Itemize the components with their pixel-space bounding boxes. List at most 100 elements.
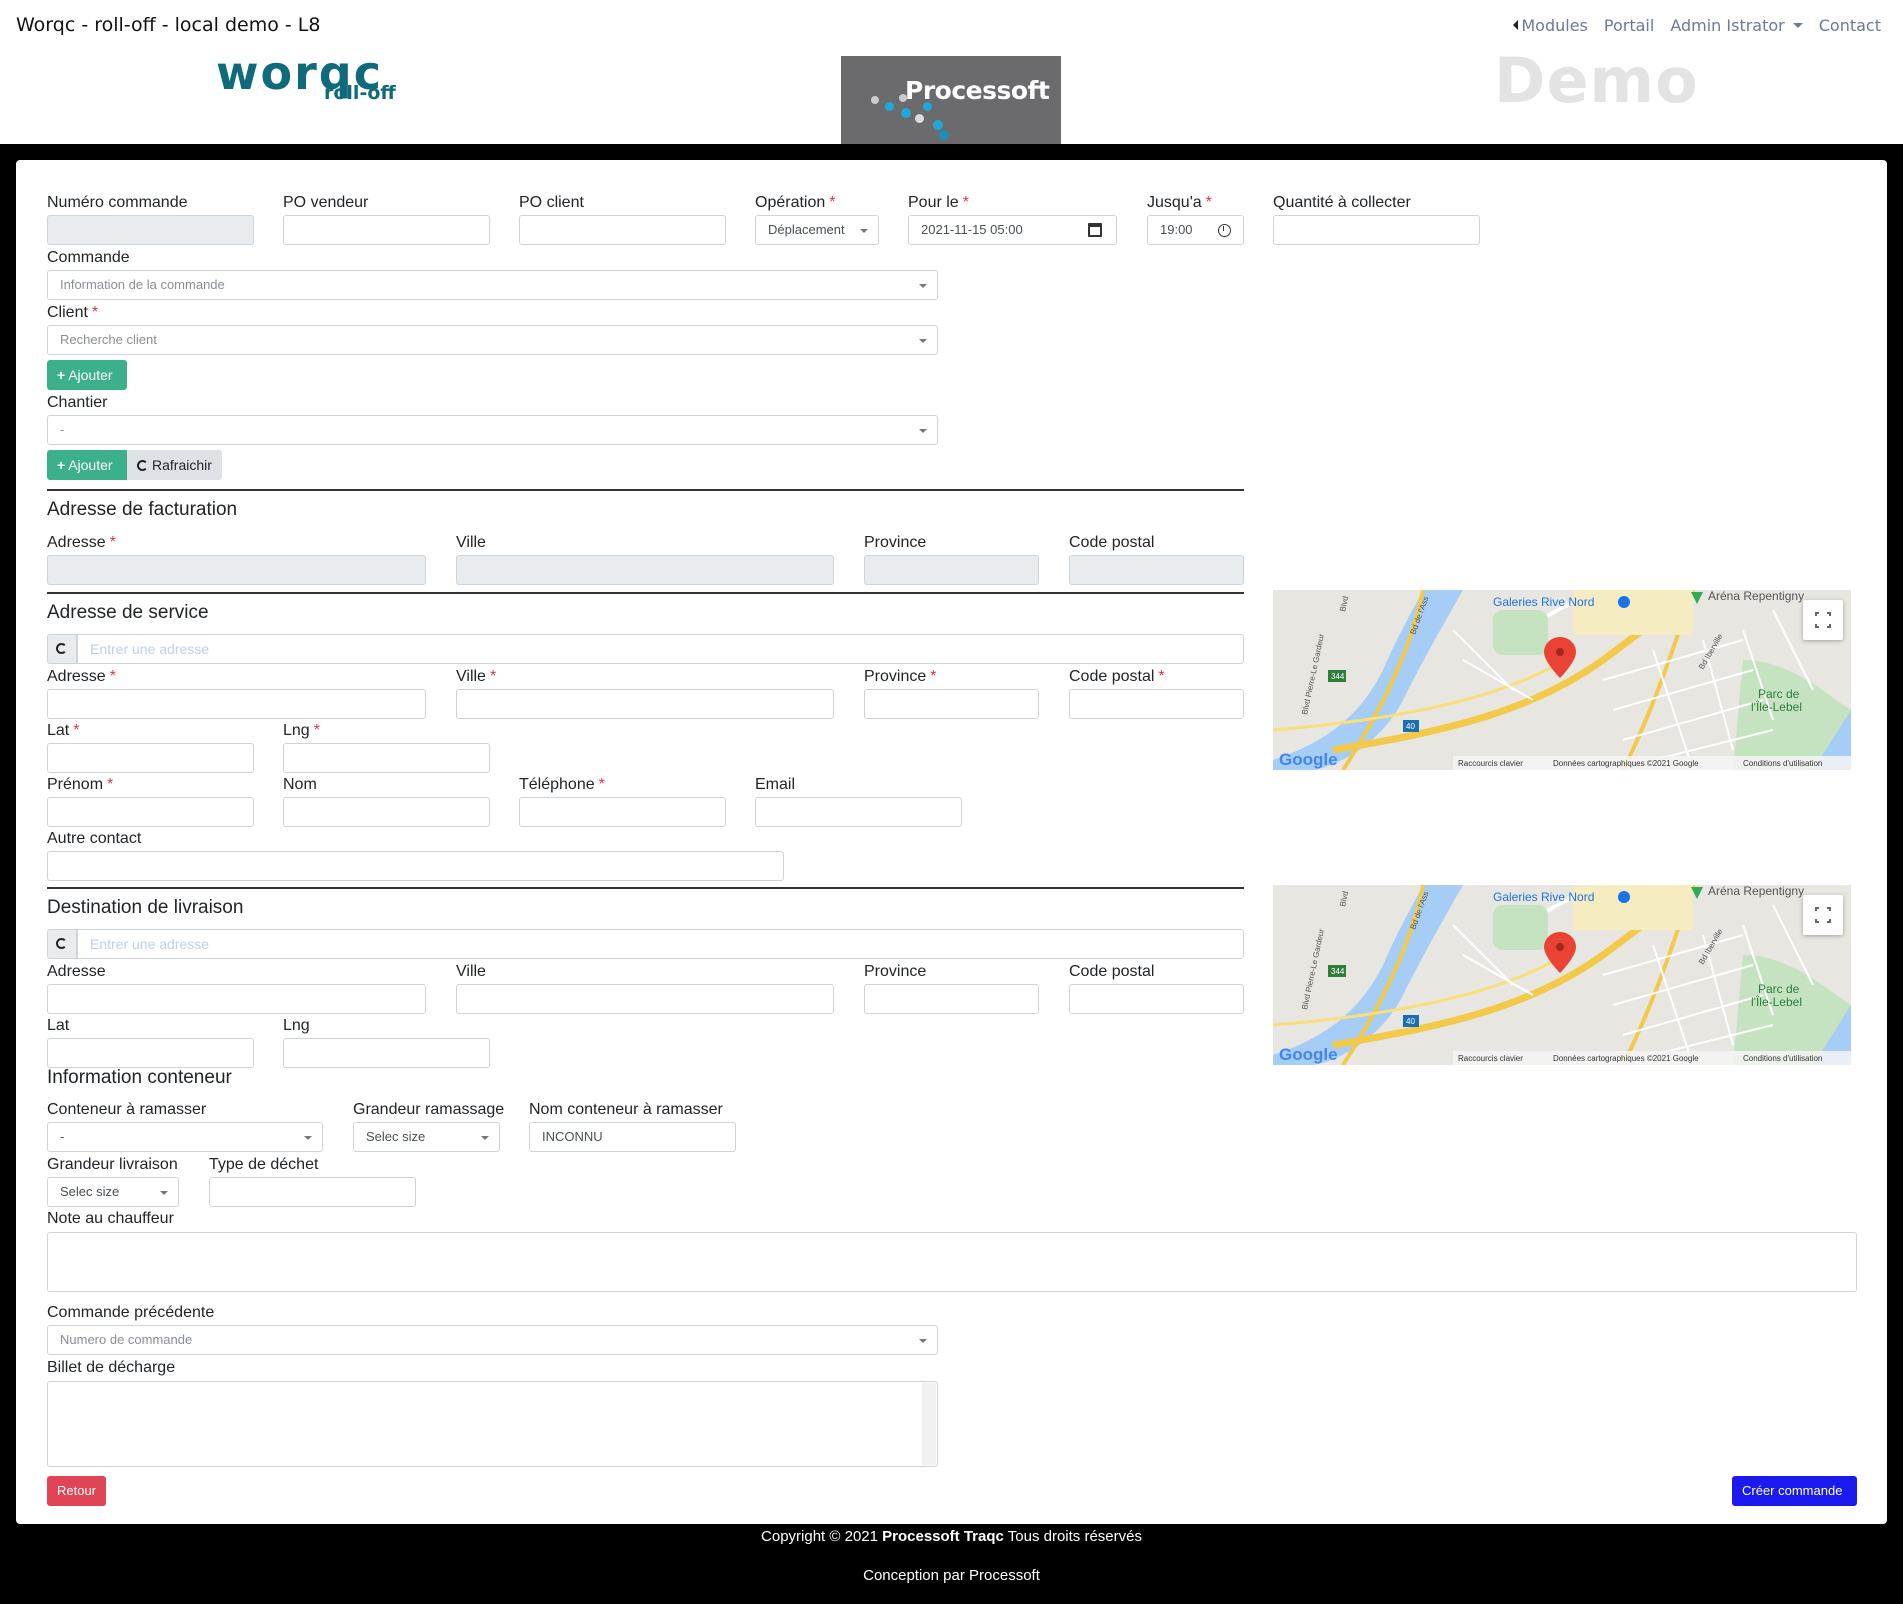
jusqua-value: 19:00 [1160, 222, 1193, 237]
commande-label: Commande [47, 249, 130, 266]
pour-le-label: Pour le * [908, 194, 969, 211]
delivery-lat-input[interactable] [47, 1038, 254, 1068]
map-road-40-label: 40 [1406, 722, 1415, 731]
service-province-input[interactable] [864, 689, 1039, 719]
delivery-geocode-button[interactable] [47, 929, 77, 959]
telephone-input[interactable] [519, 797, 726, 827]
service-map[interactable]: 344 40 Galeries Rive Nord Aréna Repentig… [1273, 590, 1851, 770]
delivery-province-input[interactable] [864, 984, 1039, 1014]
jusqua-label: Jusqu'a * [1147, 194, 1212, 211]
client-placeholder: Recherche client [60, 332, 157, 347]
fullscreen-icon[interactable] [1803, 895, 1843, 935]
billing-ville-input[interactable] [456, 555, 834, 585]
autre-contact-input[interactable] [47, 851, 784, 881]
delivery-lng-label: Lng [283, 1017, 310, 1034]
email-input[interactable] [755, 797, 962, 827]
billing-code-postal-input[interactable] [1069, 555, 1244, 585]
delivery-ville-label: Ville [456, 963, 486, 980]
chantier-select[interactable]: - [47, 415, 938, 445]
delivery-title: Destination de livraison [47, 897, 244, 918]
textarea-scrollbar[interactable] [922, 1383, 936, 1465]
calendar-icon[interactable] [1088, 223, 1102, 237]
billing-adresse-input[interactable] [47, 555, 426, 585]
creer-commande-button[interactable]: Créer commande [1732, 1476, 1857, 1506]
prenom-input[interactable] [47, 797, 254, 827]
nav-portail[interactable]: Portail [1604, 16, 1654, 35]
numero-commande-input[interactable] [47, 215, 254, 245]
service-code-postal-input[interactable] [1069, 689, 1244, 719]
grandeur-ramassage-value: Selec size [366, 1129, 426, 1144]
rafraichir-button[interactable]: Rafraichir [127, 450, 222, 480]
map-attr-terms: Conditions d'utilisation [1743, 1054, 1822, 1063]
note-chauffeur-label: Note au chauffeur [47, 1210, 174, 1227]
service-lng-label: Lng * [283, 722, 320, 739]
note-chauffeur-textarea[interactable] [47, 1232, 1857, 1292]
delivery-address-search[interactable]: Entrer une adresse [77, 929, 1244, 959]
map-poi-galeries: Galeries Rive Nord [1493, 595, 1594, 609]
type-dechet-input[interactable] [209, 1177, 416, 1207]
nav-contact[interactable]: Contact [1819, 16, 1881, 35]
chantier-value: - [60, 422, 65, 437]
numero-commande-label: Numéro commande [47, 194, 188, 211]
fullscreen-icon[interactable] [1803, 600, 1843, 640]
client-select[interactable]: Recherche client [47, 325, 938, 355]
map-poi-parc-2: l'Île-Lebel [1751, 699, 1802, 714]
nom-input[interactable] [283, 797, 490, 827]
service-lat-input[interactable] [47, 743, 254, 773]
add-chantier-button[interactable]: + Ajouter [47, 450, 127, 480]
billet-decharge-label: Billet de décharge [47, 1359, 176, 1376]
po-client-input[interactable] [519, 215, 726, 245]
grandeur-livraison-select[interactable]: Selec size [47, 1177, 179, 1207]
order-form-card: Numéro commande PO vendeur PO client Opé… [16, 160, 1887, 1524]
delivery-ville-input[interactable] [456, 984, 834, 1014]
plus-icon: + [57, 367, 66, 383]
service-lng-input[interactable] [283, 743, 490, 773]
nav-user-menu[interactable]: Admin Istrator [1670, 16, 1803, 35]
pour-le-datetime-input[interactable]: 2021-11-15 05:00 [908, 215, 1117, 245]
service-code-postal-label-text: Code postal [1069, 668, 1155, 685]
retour-button[interactable]: Retour [47, 1476, 106, 1506]
grandeur-livraison-value: Selec size [60, 1184, 120, 1199]
nav-modules[interactable]: Modules [1513, 16, 1588, 35]
service-address-search[interactable]: Entrer une adresse [77, 634, 1244, 664]
service-title: Adresse de service [47, 602, 209, 623]
footer: Copyright © 2021 Processoft Traqc Tous d… [0, 1524, 1903, 1584]
map-poi-parc-1: Parc de [1758, 687, 1800, 701]
po-vendeur-input[interactable] [283, 215, 490, 245]
conteneur-label: Conteneur à ramasser [47, 1101, 207, 1118]
billing-adresse-label: Adresse * [47, 534, 116, 551]
footer-copyright: Copyright © 2021 Processoft Traqc Tous d… [0, 1528, 1903, 1545]
service-ville-input[interactable] [456, 689, 834, 719]
conteneur-select[interactable]: - [47, 1122, 323, 1152]
billet-decharge-textarea[interactable] [47, 1381, 938, 1467]
refresh-icon [56, 938, 67, 949]
top-nav: Modules Portail Admin Istrator Contact [1513, 16, 1881, 35]
clock-icon[interactable] [1218, 224, 1231, 237]
delivery-lng-input[interactable] [283, 1038, 490, 1068]
refresh-icon [137, 460, 148, 471]
delivery-code-postal-input[interactable] [1069, 984, 1244, 1014]
billing-province-input[interactable] [864, 555, 1039, 585]
google-logo: Google [1279, 1045, 1338, 1064]
delivery-map[interactable]: 344 40 Galeries Rive Nord Aréna Repentig… [1273, 885, 1851, 1065]
footer-brand: Processoft Traqc [882, 1528, 1004, 1545]
quantite-input[interactable] [1273, 215, 1480, 245]
commande-select[interactable]: Information de la commande [47, 270, 938, 300]
rafraichir-label: Rafraichir [152, 457, 212, 473]
billing-code-postal-label: Code postal [1069, 534, 1155, 551]
conteneur-value: - [60, 1129, 65, 1144]
worqc-logo-subtext: roll-off [324, 82, 396, 104]
billing-title: Adresse de facturation [47, 499, 238, 520]
service-geocode-button[interactable] [47, 634, 77, 664]
jusqua-time-input[interactable]: 19:00 [1147, 215, 1244, 245]
commande-precedente-placeholder: Numero de commande [60, 1332, 193, 1347]
grandeur-ramassage-select[interactable]: Selec size [353, 1122, 500, 1152]
nom-conteneur-input[interactable]: INCONNU [529, 1122, 736, 1152]
commande-precedente-select[interactable]: Numero de commande [47, 1325, 938, 1355]
service-divider [47, 592, 1244, 594]
operation-select[interactable]: Déplacement [755, 215, 879, 245]
service-adresse-input[interactable] [47, 689, 426, 719]
add-client-button[interactable]: + Ajouter [47, 360, 127, 390]
delivery-adresse-input[interactable] [47, 984, 426, 1014]
nom-conteneur-value: INCONNU [542, 1129, 603, 1144]
